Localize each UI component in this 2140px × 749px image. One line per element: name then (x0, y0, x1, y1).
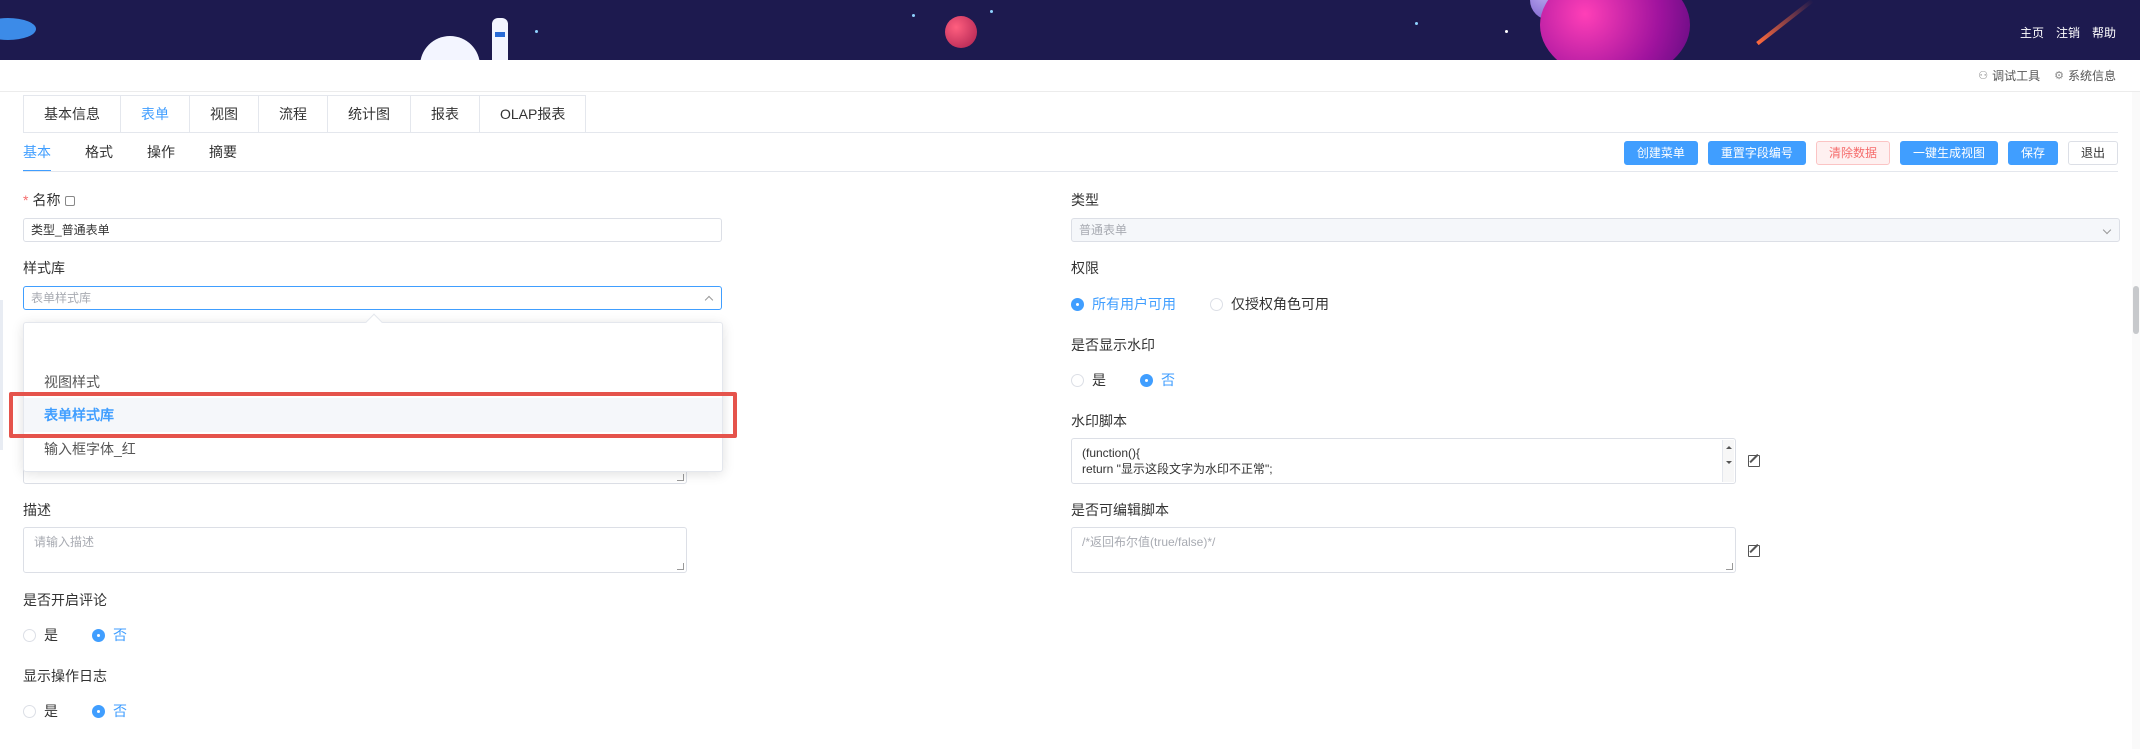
scrollbar-thumb[interactable] (2133, 286, 2139, 334)
wm-script-line: return "显示这段文字为水印不正常"; (1082, 462, 1273, 476)
action-toolbar: 创建菜单 重置字段编号 清除数据 一键生成视图 保存 退出 (1623, 141, 2118, 165)
top-nav: 主页 注销 帮助 (2020, 24, 2116, 41)
comment-no-radio[interactable]: 否 (92, 625, 127, 645)
system-info-label: 系统信息 (2067, 69, 2116, 83)
tab-report[interactable]: 报表 (411, 96, 480, 132)
watermark-yes-radio[interactable]: 是 (1071, 370, 1106, 390)
watermark-no-radio[interactable]: 否 (1140, 370, 1175, 390)
moon-illustration (945, 16, 977, 48)
copy-icon[interactable] (65, 196, 76, 207)
star-icon (912, 14, 915, 17)
name-input[interactable]: 类型_普通表单 (23, 218, 722, 242)
textarea-scrollbar[interactable] (1722, 440, 1734, 482)
edit-icon[interactable] (1748, 455, 1760, 467)
bug-icon: ⚇ (1978, 70, 1989, 82)
star-icon (1415, 22, 1418, 25)
perm-role-radio[interactable]: 仅授权角色可用 (1210, 294, 1329, 314)
dropdown-option-view-style[interactable]: 视图样式 (24, 365, 722, 399)
style-lib-label: 样式库 (23, 260, 65, 276)
sub-tabs: 基本 格式 操作 摘要 (23, 140, 237, 172)
star-icon (1505, 30, 1508, 33)
desc-textarea[interactable]: 请输入描述 (23, 527, 687, 573)
generate-view-button[interactable]: 一键生成视图 (1899, 141, 1998, 165)
reset-field-number-button[interactable]: 重置字段编号 (1707, 141, 1806, 165)
name-label: * 名称 (23, 190, 76, 210)
tab-flow[interactable]: 流程 (259, 96, 328, 132)
watermark-radio-group: 是 否 (1071, 370, 1175, 390)
dropdown-option-form-style-lib[interactable]: 表单样式库 (24, 398, 722, 432)
comment-yes-radio[interactable]: 是 (23, 625, 58, 645)
blimp-illustration (0, 18, 36, 40)
edit-icon[interactable] (1748, 545, 1760, 557)
tab-divider (23, 132, 2118, 133)
oplog-radio-group: 是 否 (23, 701, 127, 721)
dropdown-option-input-font-red[interactable]: 输入框字体_红 (24, 432, 722, 466)
help-link[interactable]: 帮助 (2092, 24, 2116, 41)
wm-script-textarea[interactable]: (function(){ return "显示这段文字为水印不正常"; (1071, 438, 1736, 484)
clear-data-button[interactable]: 清除数据 (1815, 141, 1890, 165)
save-button[interactable]: 保存 (2007, 141, 2058, 165)
debug-tool-button[interactable]: ⚇ 调试工具 (1978, 67, 2040, 84)
comet-illustration (1756, 0, 1814, 46)
oplog-yes-radio[interactable]: 是 (23, 701, 58, 721)
wm-script-label: 水印脚本 (1071, 413, 1127, 429)
type-select: 普通表单 (1071, 218, 2120, 242)
type-label: 类型 (1071, 192, 1099, 208)
watermark-label: 是否显示水印 (1071, 337, 1155, 353)
comment-radio-group: 是 否 (23, 625, 127, 645)
oplog-no-radio[interactable]: 否 (92, 701, 127, 721)
sub-toolbar: ⚇ 调试工具 ⚙ 系统信息 (0, 60, 2140, 92)
style-lib-dropdown: 视图样式 表单样式库 输入框字体_红 (23, 313, 723, 472)
chevron-up-icon (704, 295, 714, 305)
tab-form[interactable]: 表单 (121, 96, 190, 132)
tab-basic-info[interactable]: 基本信息 (24, 96, 121, 132)
cloud-illustration (420, 36, 480, 60)
editable-script-label: 是否可编辑脚本 (1071, 502, 1169, 518)
debug-tool-label: 调试工具 (1992, 69, 2041, 83)
main-tabs: 基本信息 表单 视图 流程 统计图 报表 OLAP报表 (23, 95, 587, 132)
subtab-divider (23, 171, 2118, 172)
star-icon (535, 30, 538, 33)
wm-script-line: (function(){ (1082, 446, 1141, 460)
perm-label: 权限 (1071, 260, 1099, 276)
subtab-operation[interactable]: 操作 (147, 140, 175, 172)
chevron-down-icon (2102, 225, 2112, 235)
exit-button[interactable]: 退出 (2067, 141, 2118, 165)
dropdown-arrow (365, 313, 383, 331)
comment-label: 是否开启评论 (23, 592, 107, 608)
desc-placeholder: 请输入描述 (34, 535, 95, 549)
perm-radio-group: 所有用户可用 仅授权角色可用 (1071, 294, 1329, 314)
subtab-basic[interactable]: 基本 (23, 140, 51, 172)
style-lib-placeholder: 表单样式库 (31, 291, 92, 305)
resize-handle[interactable] (677, 563, 684, 570)
editable-script-textarea[interactable]: /*返回布尔值(true/false)*/ (1071, 527, 1736, 573)
desc-label: 描述 (23, 502, 51, 518)
system-info-button[interactable]: ⚙ 系统信息 (2054, 67, 2116, 84)
subtab-summary[interactable]: 摘要 (209, 140, 237, 172)
home-link[interactable]: 主页 (2020, 24, 2044, 41)
tab-chart[interactable]: 统计图 (328, 96, 411, 132)
style-lib-select[interactable]: 表单样式库 (23, 286, 722, 310)
header-banner: 主页 注销 帮助 (0, 0, 2140, 60)
create-menu-button[interactable]: 创建菜单 (1623, 141, 1698, 165)
type-value: 普通表单 (1079, 223, 1128, 237)
planet-illustration (1540, 0, 1690, 60)
star-icon (990, 10, 993, 13)
gear-icon: ⚙ (2054, 70, 2064, 82)
oplog-label: 显示操作日志 (23, 668, 107, 684)
left-edge-strip (0, 300, 3, 450)
tab-view[interactable]: 视图 (190, 96, 259, 132)
resize-handle[interactable] (677, 474, 684, 481)
resize-handle[interactable] (1726, 563, 1733, 570)
perm-all-radio[interactable]: 所有用户可用 (1071, 294, 1176, 314)
editable-script-placeholder: /*返回布尔值(true/false)*/ (1082, 535, 1216, 549)
tab-olap-report[interactable]: OLAP报表 (480, 96, 585, 132)
page-scrollbar[interactable] (2132, 92, 2140, 749)
subtab-format[interactable]: 格式 (85, 140, 113, 172)
tower-illustration (492, 18, 508, 60)
logout-link[interactable]: 注销 (2056, 24, 2080, 41)
